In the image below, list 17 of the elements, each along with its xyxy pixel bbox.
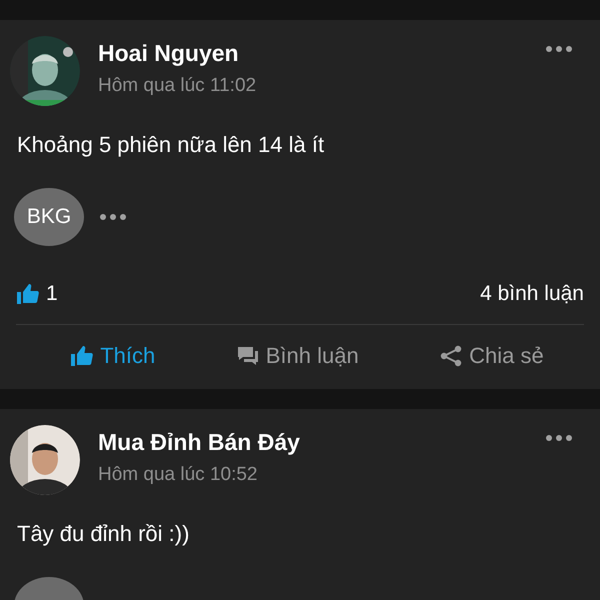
chat-bubbles-icon (236, 344, 260, 368)
post-text: Khoảng 5 phiên nữa lên 14 là ít (17, 132, 326, 158)
comment-count[interactable]: 4 bình luận (480, 282, 584, 306)
post-text: Tây đu đỉnh rồi :)) (17, 521, 190, 547)
post-time: Hôm qua lúc 11:02 (98, 75, 258, 97)
author-name[interactable]: Hoai Nguyen (98, 40, 528, 67)
post-time: Hôm qua lúc 10:52 (98, 464, 258, 486)
like-button[interactable]: Thích (62, 335, 164, 377)
like-count: 1 (46, 282, 58, 306)
thumbs-up-icon (70, 344, 94, 368)
comment-button[interactable]: Bình luận (228, 335, 367, 377)
more-icon[interactable] (100, 214, 126, 220)
author-name[interactable]: Mua Đỉnh Bán Đáy (98, 429, 528, 456)
thumbs-up-icon (16, 282, 40, 306)
share-button[interactable]: Chia sẻ (431, 335, 552, 377)
tag-chip[interactable]: BKG (14, 188, 84, 246)
share-icon (439, 344, 464, 368)
